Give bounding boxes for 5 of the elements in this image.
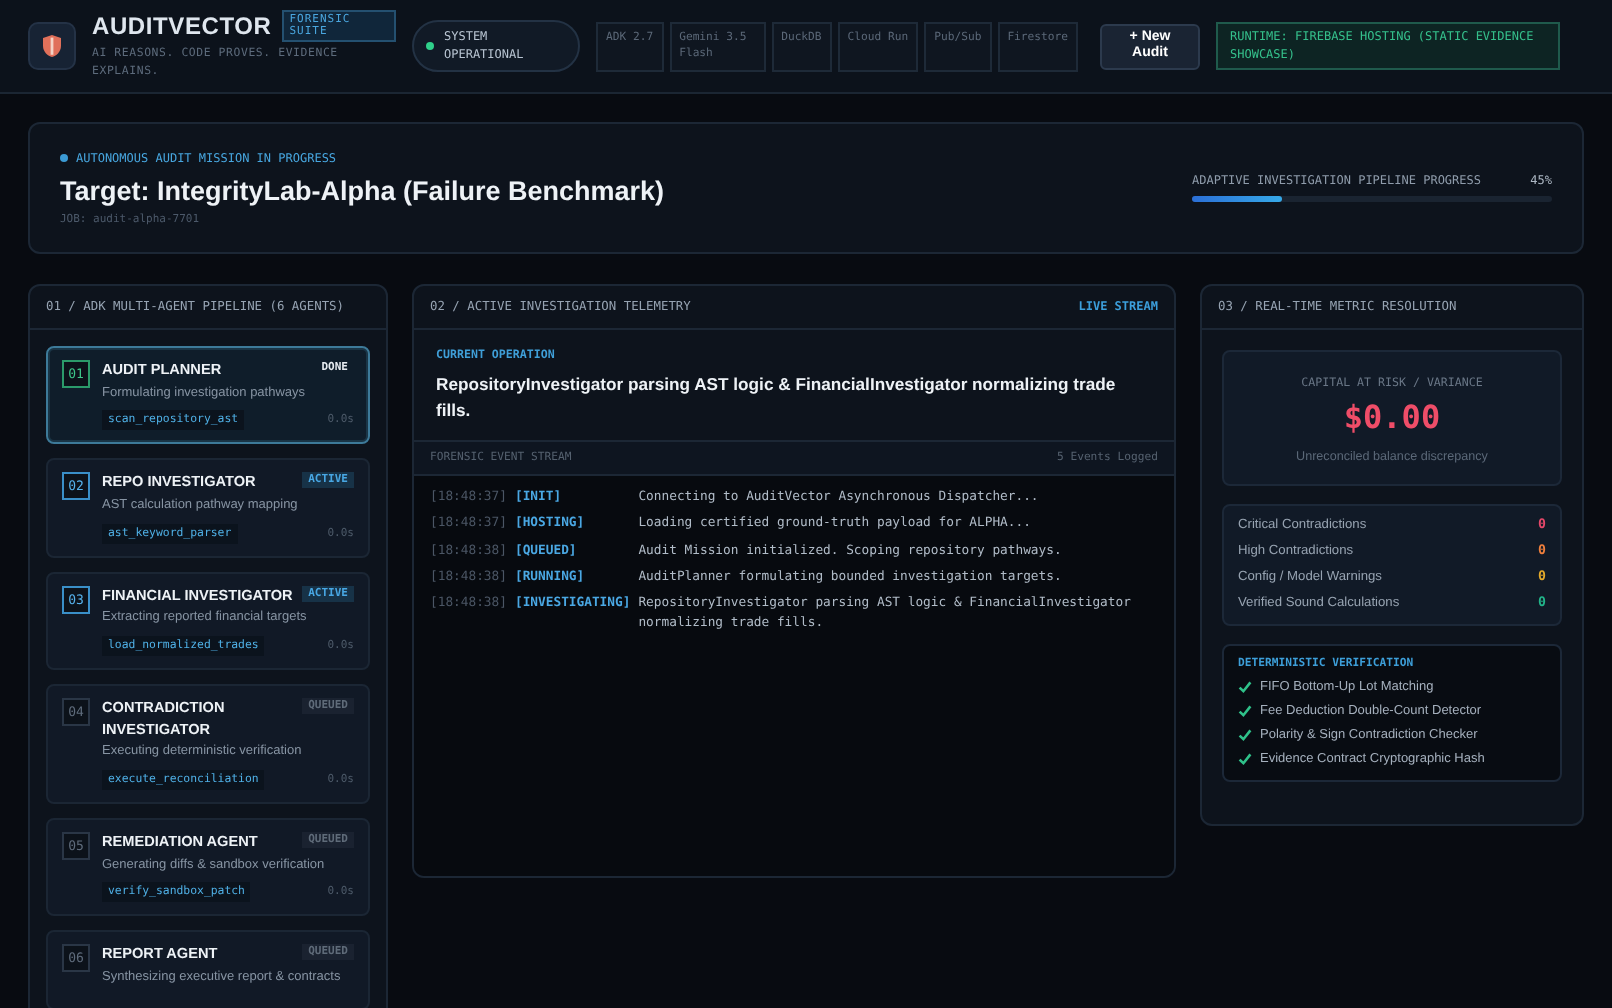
mission-title: Target: IntegrityLab-Alpha (Failure Benchmark) bbox=[60, 175, 665, 205]
shield-logo-icon bbox=[28, 22, 76, 70]
operation-text: RepositoryInvestigator parsing AST logic & FinancialInvestigator normalizing trade fills. bbox=[436, 372, 1118, 424]
brand-name: AUDITVECTOR bbox=[92, 12, 272, 41]
capital-value: $0.00 bbox=[1341, 398, 1443, 436]
